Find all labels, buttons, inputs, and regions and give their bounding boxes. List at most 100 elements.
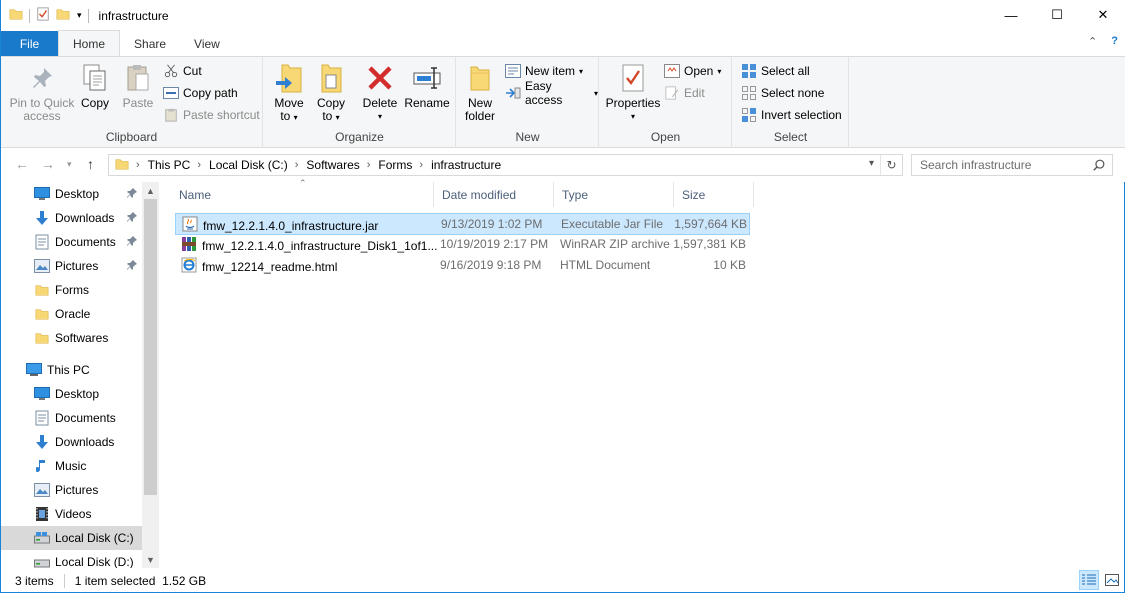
breadcrumb-softwares[interactable]: Softwares	[306, 158, 359, 172]
move-to-button[interactable]: Move to ▾	[272, 61, 306, 124]
column-header-type[interactable]: Type	[554, 182, 674, 207]
breadcrumb-local-disk[interactable]: Local Disk (C:)	[209, 158, 288, 172]
breadcrumb-separator-icon[interactable]: ›	[367, 159, 371, 171]
invert-selection-button[interactable]: Invert selection	[741, 105, 842, 125]
nav-item-pictures-quick[interactable]: Pictures	[1, 254, 142, 278]
customize-qat-button[interactable]: ▾	[77, 10, 82, 21]
new-folder-button[interactable]: New folder	[463, 61, 497, 123]
scroll-down-icon[interactable]: ▼	[142, 551, 159, 568]
maximize-button[interactable]: ☐	[1034, 0, 1080, 30]
delete-icon	[364, 61, 396, 95]
paste-shortcut-button[interactable]: Paste shortcut	[163, 105, 260, 125]
ribbon: Pin to Quick access Copy Paste Cut Copy …	[1, 56, 1125, 148]
file-row[interactable]: fmw_12.2.1.4.0_infrastructure.jar 9/13/2…	[175, 213, 750, 235]
copy-to-button[interactable]: Copy to ▾	[314, 61, 348, 124]
new-folder-icon[interactable]	[56, 7, 70, 24]
properties-icon[interactable]	[36, 7, 50, 24]
refresh-icon[interactable]: ↻	[880, 155, 902, 175]
file-list: ⌃ Name Date modified Type Size fmw_12.2.…	[171, 178, 1121, 568]
column-header-date[interactable]: Date modified	[434, 182, 554, 207]
quick-access-toolbar: ▾	[9, 7, 89, 24]
nav-item-local-disk-c[interactable]: Local Disk (C:)	[1, 526, 142, 550]
delete-button[interactable]: Delete ▾	[360, 61, 400, 123]
properties-button[interactable]: Properties ▾	[606, 61, 660, 123]
properties-icon	[617, 61, 649, 95]
breadcrumb-infrastructure[interactable]: infrastructure	[431, 158, 501, 172]
folder-icon	[34, 330, 50, 346]
file-name: fmw_12214_readme.html	[202, 259, 338, 274]
search-icon[interactable]	[1092, 158, 1106, 175]
breadcrumb-separator-icon[interactable]: ›	[295, 159, 299, 171]
collapse-ribbon-button[interactable]: ⌃	[1088, 35, 1097, 48]
address-history-dropdown-icon[interactable]: ▾	[869, 158, 874, 169]
pinned-icon	[126, 235, 138, 250]
nav-item-softwares[interactable]: Softwares	[1, 326, 142, 350]
music-icon	[34, 458, 50, 474]
address-bar[interactable]: › This PC › Local Disk (C:) › Softwares …	[108, 154, 903, 176]
search-input[interactable]	[912, 155, 1092, 175]
folder-icon	[9, 7, 23, 24]
nav-item-forms[interactable]: Forms	[1, 278, 142, 302]
new-item-button[interactable]: New item ▾	[505, 61, 583, 81]
edit-button[interactable]: Edit	[664, 83, 705, 103]
paste-shortcut-icon	[163, 107, 179, 123]
nav-item-downloads-quick[interactable]: Downloads	[1, 206, 142, 230]
tab-view[interactable]: View	[180, 31, 234, 56]
forward-arrow-icon[interactable]: →	[41, 156, 55, 172]
cut-button[interactable]: Cut	[163, 61, 202, 81]
easy-access-button[interactable]: Easy access ▾	[505, 79, 598, 107]
minimize-button[interactable]: —	[988, 0, 1034, 30]
nav-item-oracle[interactable]: Oracle	[1, 302, 142, 326]
help-button[interactable]: ?	[1111, 35, 1118, 48]
file-size: 1,597,664 KB	[674, 217, 747, 231]
explorer-window: ▾ infrastructure — ☐ ✕ File Home Share V…	[0, 0, 1125, 593]
rename-button[interactable]: Rename	[404, 61, 450, 110]
scroll-up-icon[interactable]: ▲	[142, 182, 159, 199]
navigation-bar: ← → ▾ ↑ › This PC › Local Disk (C:) › So…	[1, 148, 1125, 182]
select-none-button[interactable]: Select none	[741, 83, 824, 103]
nav-item-desktop[interactable]: Desktop	[1, 382, 142, 406]
column-header-size[interactable]: Size	[674, 182, 754, 207]
column-header-name[interactable]: Name	[171, 182, 434, 207]
clipboard-group-label: Clipboard	[105, 130, 158, 144]
nav-item-documents[interactable]: Documents	[1, 406, 142, 430]
pin-to-quick-access-button[interactable]: Pin to Quick access	[7, 61, 77, 123]
pinned-icon	[126, 211, 138, 226]
open-button[interactable]: Open ▾	[664, 61, 721, 81]
tab-file[interactable]: File	[1, 31, 58, 56]
up-arrow-icon[interactable]: ↑	[87, 156, 94, 172]
breadcrumb-this-pc[interactable]: This PC	[148, 158, 191, 172]
file-row[interactable]: fmw_12214_readme.html 9/16/2019 9:18 PM …	[175, 255, 750, 277]
breadcrumb-forms[interactable]: Forms	[378, 158, 412, 172]
nav-item-pictures[interactable]: Pictures	[1, 478, 142, 502]
file-row[interactable]: fmw_12.2.1.4.0_infrastructure_Disk1_1of1…	[175, 234, 750, 256]
close-button[interactable]: ✕	[1080, 0, 1125, 30]
select-all-button[interactable]: Select all	[741, 61, 810, 81]
paste-button[interactable]: Paste	[121, 61, 155, 110]
nav-scrollbar[interactable]: ▲ ▼	[142, 182, 159, 568]
back-arrow-icon[interactable]: ←	[15, 156, 29, 172]
nav-item-this-pc[interactable]: This PC	[1, 358, 142, 382]
open-group-label: Open	[650, 130, 681, 144]
breadcrumb-separator-icon[interactable]: ›	[136, 159, 140, 171]
nav-item-desktop-quick[interactable]: Desktop	[1, 182, 142, 206]
breadcrumb-separator-icon[interactable]: ›	[419, 159, 423, 171]
desktop-icon	[34, 186, 50, 202]
computer-icon	[26, 362, 42, 378]
breadcrumb-separator-icon[interactable]: ›	[197, 159, 201, 171]
tab-share[interactable]: Share	[120, 31, 180, 56]
nav-item-documents-quick[interactable]: Documents	[1, 230, 142, 254]
copy-path-button[interactable]: Copy path	[163, 83, 238, 103]
nav-item-downloads[interactable]: Downloads	[1, 430, 142, 454]
nav-item-videos[interactable]: Videos	[1, 502, 142, 526]
large-icons-view-icon[interactable]	[1102, 570, 1122, 590]
copy-button[interactable]: Copy	[79, 61, 111, 110]
scroll-thumb[interactable]	[144, 199, 157, 495]
recent-locations-icon[interactable]: ▾	[67, 159, 72, 170]
title-bar: ▾ infrastructure — ☐ ✕	[1, 0, 1125, 31]
tab-home[interactable]: Home	[58, 30, 121, 56]
nav-item-music[interactable]: Music	[1, 454, 142, 478]
pinned-icon	[126, 187, 138, 202]
nav-item-local-disk-d[interactable]: Local Disk (D:)	[1, 550, 142, 568]
details-view-icon[interactable]	[1079, 570, 1099, 590]
